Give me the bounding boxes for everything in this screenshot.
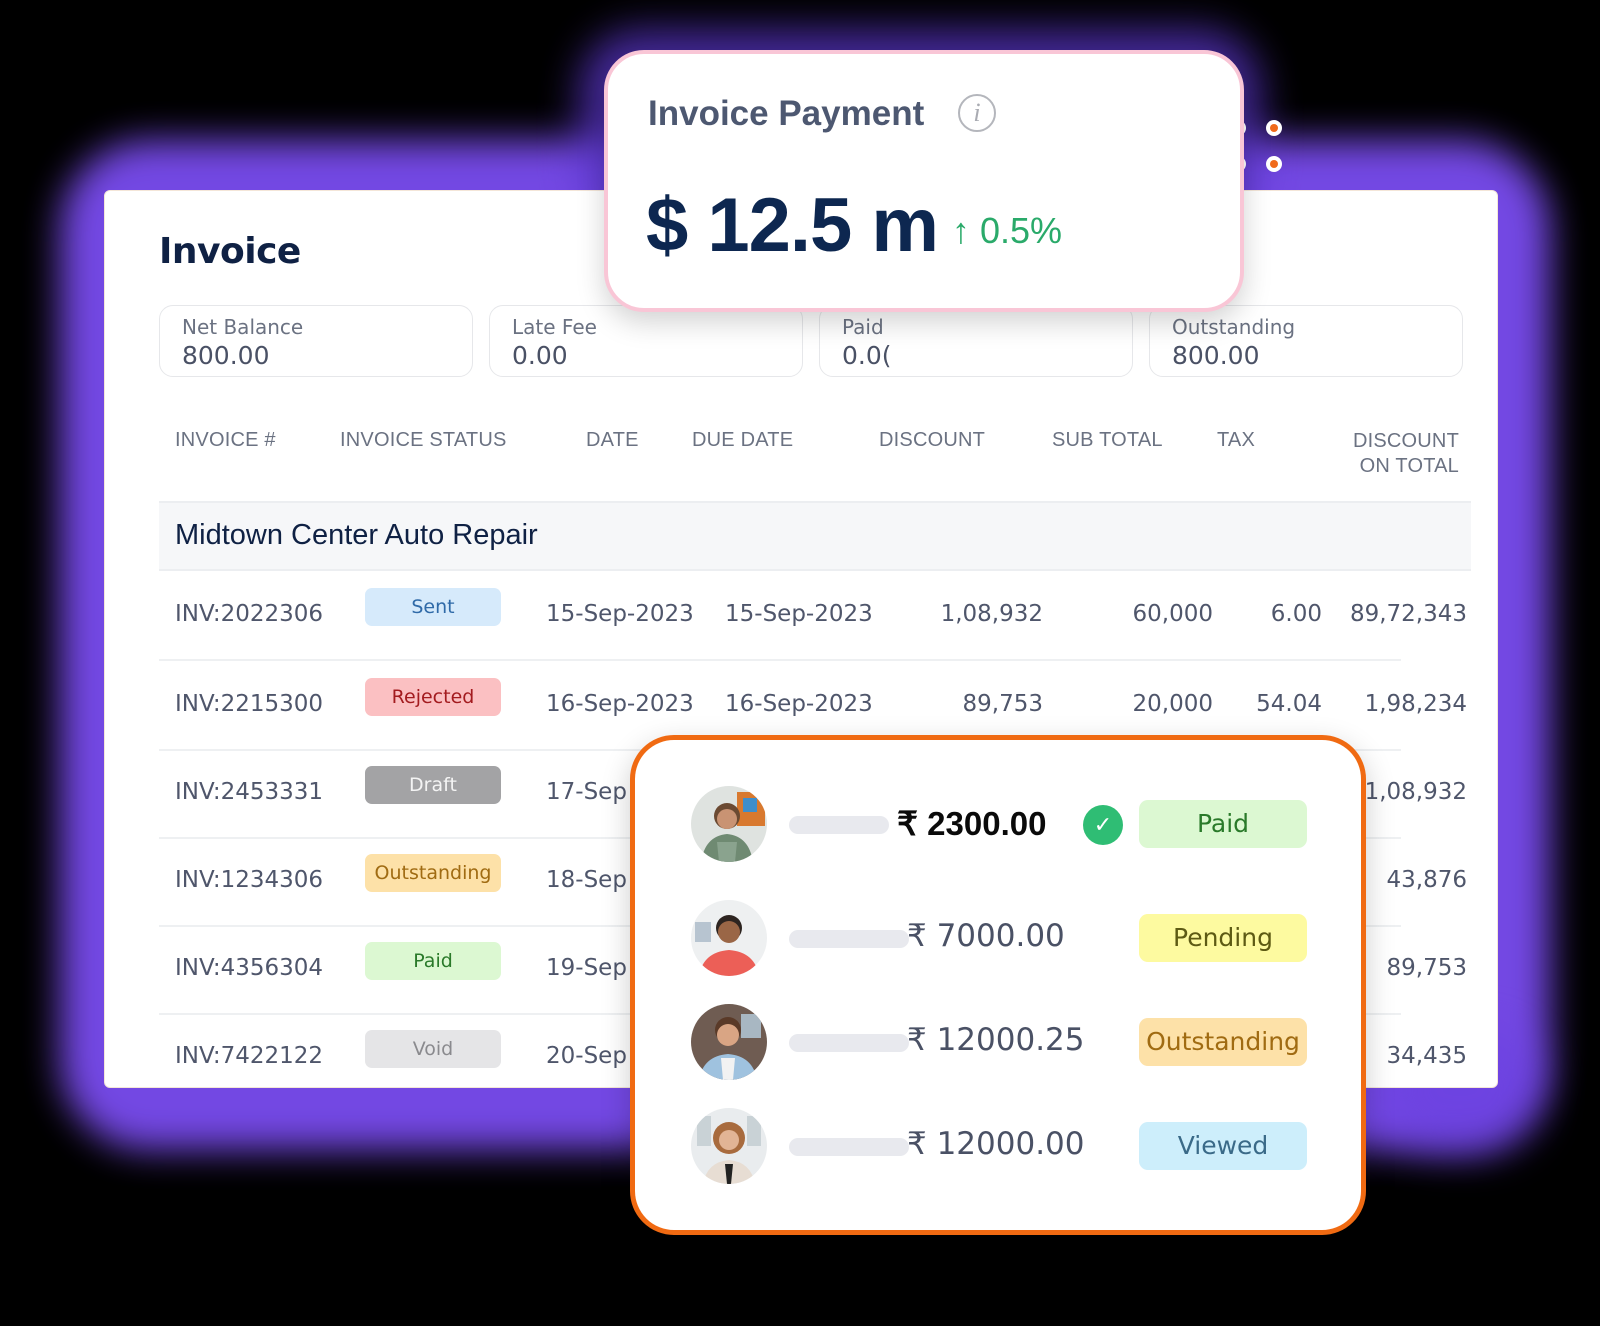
- payment-amount: ₹ 7000.00: [907, 918, 1065, 954]
- customer-group-row[interactable]: Midtown Center Auto Repair: [159, 503, 1471, 571]
- invoice-discount-on-total: 1,08,932: [1364, 779, 1467, 805]
- summary-label: Net Balance: [182, 315, 304, 339]
- invoice-discount: 89,753: [962, 691, 1043, 717]
- invoice-date: 15-Sep-2023: [546, 601, 694, 627]
- status-badge: Paid: [1139, 800, 1307, 848]
- invoice-payment-card: Invoice Payment i $ 12.5 m ↑ 0.5%: [604, 50, 1244, 312]
- dot-icon: [1266, 156, 1282, 172]
- invoice-discount: 1,08,932: [940, 601, 1043, 627]
- customer-name: Midtown Center Auto Repair: [175, 519, 538, 551]
- invoice-tax: 6.00: [1270, 601, 1322, 627]
- payment-list-item[interactable]: ₹ 12000.25 Outstanding: [635, 1000, 1361, 1080]
- summary-value: 800.00: [182, 341, 270, 370]
- column-header-tax[interactable]: TAX: [1217, 429, 1255, 452]
- summary-card-outstanding: Outstanding 800.00: [1149, 305, 1463, 377]
- status-badge: Pending: [1139, 914, 1307, 962]
- header-line: ON TOTAL: [1359, 455, 1459, 477]
- invoice-date: 19-Sep: [546, 955, 627, 981]
- column-header-status[interactable]: INVOICE STATUS: [340, 429, 507, 452]
- summary-label: Outstanding: [1172, 315, 1296, 339]
- invoice-discount-on-total: 89,753: [1386, 955, 1467, 981]
- status-badge: Draft: [365, 766, 501, 804]
- invoice-sub-total: 60,000: [1132, 601, 1213, 627]
- invoice-date: 18-Sep: [546, 867, 627, 893]
- column-header-discount[interactable]: DISCOUNT: [879, 429, 985, 452]
- invoice-discount-on-total: 1,98,234: [1364, 691, 1467, 717]
- status-badge: Sent: [365, 588, 501, 626]
- payment-amount: ₹ 2300.00: [897, 805, 1047, 842]
- column-header-discount-on-total[interactable]: DISCOUNT ON TOTAL: [1353, 429, 1459, 479]
- summary-label: Late Fee: [512, 315, 597, 339]
- column-header-due-date[interactable]: DUE DATE: [692, 429, 793, 452]
- dot-icon: [1266, 120, 1282, 136]
- summary-label: Paid: [842, 315, 884, 339]
- table-row[interactable]: INV:2022306 15-Sep-2023 15-Sep-2023 1,08,93…: [159, 571, 1471, 661]
- payment-amount: $ 12.5 m: [646, 183, 939, 268]
- summary-value: 0.00: [512, 341, 568, 370]
- invoice-number: INV:1234306: [175, 867, 324, 893]
- column-header-sub-total[interactable]: SUB TOTAL: [1052, 429, 1163, 452]
- invoice-discount-on-total: 43,876: [1386, 867, 1467, 893]
- table-header: INVOICE # INVOICE STATUS DATE DUE DATE D…: [159, 421, 1471, 503]
- check-circle-icon: ✓: [1083, 805, 1123, 845]
- status-badge: Paid: [365, 942, 501, 980]
- page-title: Invoice: [159, 231, 301, 272]
- payment-list-item[interactable]: ₹ 12000.00 Viewed: [635, 1104, 1361, 1184]
- status-badge: Void: [365, 1030, 501, 1068]
- payment-amount: ₹ 12000.25: [907, 1022, 1085, 1058]
- avatar: [691, 1004, 767, 1080]
- summary-cards: Net Balance 800.00 Late Fee 0.00 Paid 0.…: [159, 305, 1463, 377]
- avatar: [691, 900, 767, 976]
- header-line: DISCOUNT: [1352, 430, 1459, 452]
- summary-value: 800.00: [1172, 341, 1260, 370]
- status-badge: Rejected: [365, 678, 501, 716]
- payment-amount: ₹ 12000.00: [907, 1126, 1085, 1162]
- summary-card-paid: Paid 0.0(: [819, 305, 1133, 377]
- name-placeholder-bar: [789, 816, 889, 834]
- name-placeholder-bar: [789, 1138, 909, 1156]
- invoice-number: INV:7422122: [175, 1043, 324, 1069]
- column-header-invoice[interactable]: INVOICE #: [175, 429, 276, 452]
- status-badge: Outstanding: [365, 854, 501, 892]
- invoice-number: INV:2215300: [175, 691, 324, 717]
- invoice-sub-total: 20,000: [1132, 691, 1213, 717]
- summary-value: 0.0(: [842, 341, 892, 370]
- invoice-date: 20-Sep: [546, 1043, 627, 1069]
- invoice-number: INV:4356304: [175, 955, 324, 981]
- info-icon[interactable]: i: [958, 94, 996, 132]
- payment-list-item[interactable]: ₹ 7000.00 Pending: [635, 896, 1361, 976]
- invoice-number: INV:2453331: [175, 779, 324, 805]
- invoice-due-date: 16-Sep-2023: [725, 691, 873, 717]
- status-badge: Outstanding: [1139, 1018, 1307, 1066]
- avatar: [691, 1108, 767, 1184]
- column-header-date[interactable]: DATE: [586, 429, 639, 452]
- invoice-discount-on-total: 34,435: [1386, 1043, 1467, 1069]
- invoice-discount-on-total: 89,72,343: [1349, 601, 1467, 627]
- invoice-tax: 54.04: [1256, 691, 1322, 717]
- avatar: [691, 786, 767, 862]
- invoice-date: 16-Sep-2023: [546, 691, 694, 717]
- name-placeholder-bar: [789, 1034, 909, 1052]
- status-badge: Viewed: [1139, 1122, 1307, 1170]
- payment-list-item[interactable]: ₹ 2300.00 ✓ Paid: [635, 782, 1361, 862]
- invoice-date: 17-Sep: [546, 779, 627, 805]
- payment-card-title: Invoice Payment: [648, 94, 925, 133]
- payments-list-card: ₹ 2300.00 ✓ Paid ₹ 7000.00 Pending ₹ 120…: [630, 735, 1366, 1235]
- invoice-number: INV:2022306: [175, 601, 324, 627]
- invoice-due-date: 15-Sep-2023: [725, 601, 873, 627]
- name-placeholder-bar: [789, 930, 909, 948]
- summary-card-late-fee: Late Fee 0.00: [489, 305, 803, 377]
- summary-card-net-balance: Net Balance 800.00: [159, 305, 473, 377]
- payment-change: ↑ 0.5%: [952, 210, 1063, 251]
